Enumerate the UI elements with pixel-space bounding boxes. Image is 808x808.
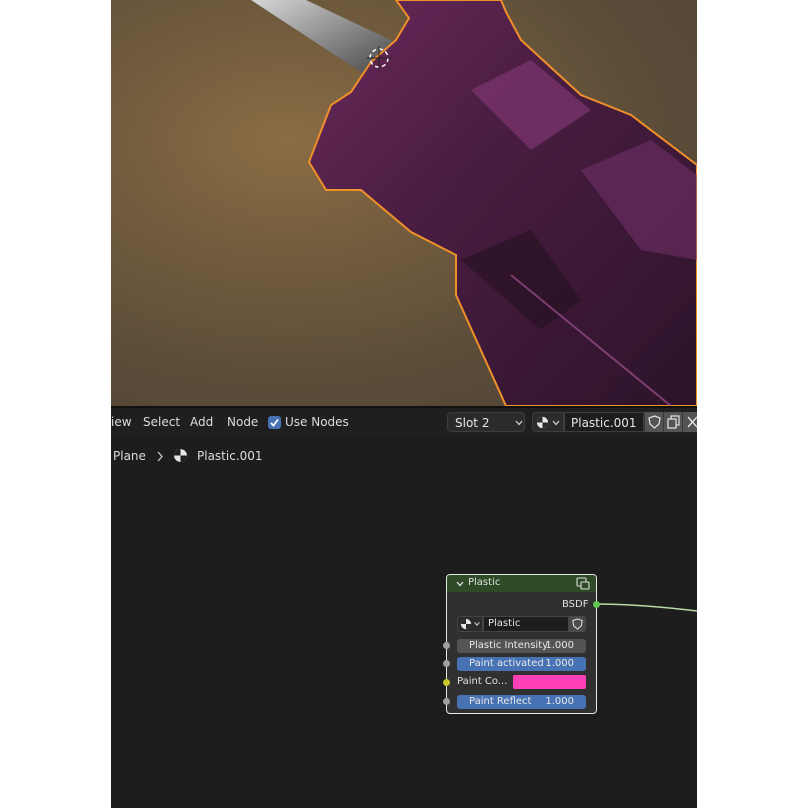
input-socket-paint-reflect[interactable] bbox=[443, 698, 450, 705]
paint-reflect-label: Paint Reflect bbox=[469, 696, 532, 707]
paint-reflect-field[interactable]: Paint Reflect 1.000 bbox=[457, 695, 586, 709]
input-socket-paint-activated[interactable] bbox=[443, 660, 450, 667]
paint-activated-value: 1.000 bbox=[545, 658, 574, 669]
paint-color-label: Paint Co... bbox=[457, 676, 508, 687]
node-header[interactable]: Plastic bbox=[447, 575, 596, 592]
paint-color-swatch[interactable] bbox=[513, 675, 586, 689]
chevron-down-icon bbox=[474, 622, 480, 626]
node-group-name: Plastic bbox=[488, 618, 521, 629]
blender-window: iew Select Add Node Use Nodes Slot 2 Pla… bbox=[111, 0, 697, 808]
node-link bbox=[596, 603, 697, 612]
plastic-group-node[interactable]: Plastic BSDF Plastic Plastic Intensity 1… bbox=[443, 574, 600, 714]
collapse-chevron-icon[interactable] bbox=[455, 579, 465, 589]
paint-activated-field[interactable]: Paint activated 1.000 bbox=[457, 657, 586, 671]
output-socket-bsdf[interactable] bbox=[593, 601, 600, 608]
node-group-browse[interactable] bbox=[457, 616, 483, 632]
output-bsdf-label: BSDF bbox=[562, 599, 589, 610]
node-fake-user-button[interactable] bbox=[569, 616, 586, 632]
plastic-intensity-field[interactable]: Plastic Intensity 1.000 bbox=[457, 639, 586, 653]
node-group-name-field[interactable]: Plastic bbox=[483, 616, 569, 632]
plastic-intensity-label: Plastic Intensity bbox=[469, 640, 549, 651]
paint-reflect-value: 1.000 bbox=[545, 696, 574, 707]
input-socket-paint-color[interactable] bbox=[443, 679, 450, 686]
paint-activated-label: Paint activated bbox=[469, 658, 544, 669]
plastic-intensity-value: 1.000 bbox=[545, 640, 574, 651]
input-socket-plastic-intensity[interactable] bbox=[443, 642, 450, 649]
node-title: Plastic bbox=[468, 577, 501, 588]
node-group-icon[interactable] bbox=[576, 577, 590, 590]
shield-icon bbox=[572, 618, 583, 630]
node-tree-icon bbox=[460, 618, 472, 630]
